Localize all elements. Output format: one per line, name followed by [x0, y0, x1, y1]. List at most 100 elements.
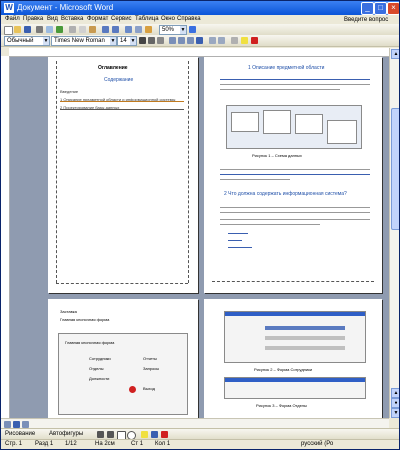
- menu-help[interactable]: Справка: [177, 16, 201, 22]
- figure3-caption: Рисунок 3 – Форма Отделы: [256, 403, 307, 408]
- underline-icon[interactable]: [157, 37, 164, 44]
- menu-bar: Файл Правка Вид Вставка Формат Сервис Та…: [1, 15, 399, 24]
- page-margin-line: [56, 61, 58, 283]
- drawing-icon[interactable]: [145, 26, 152, 33]
- prev-page-button[interactable]: ▲: [391, 388, 399, 398]
- font-color-icon[interactable]: [161, 431, 168, 438]
- vertical-scrollbar[interactable]: ▲ ▲ ● ▼: [389, 48, 399, 418]
- figure1-caption: Рисунок 1 – Схема данных: [252, 153, 302, 158]
- help-question-box[interactable]: Введите вопрос: [344, 17, 388, 23]
- departments-form-image: [224, 377, 366, 399]
- text-line: [220, 174, 370, 175]
- toc-dotted-line: [60, 109, 184, 110]
- menu-file[interactable]: Файл: [5, 16, 20, 22]
- form-button-label: Должности: [89, 376, 110, 381]
- align-right-icon[interactable]: [187, 37, 194, 44]
- preview-icon[interactable]: [46, 26, 53, 33]
- paste-icon[interactable]: [89, 26, 96, 33]
- word-window: W Документ - Microsoft Word _ □ × Файл П…: [0, 0, 400, 450]
- redo-icon[interactable]: [112, 26, 119, 33]
- highlight-icon[interactable]: [241, 37, 248, 44]
- next-page-button[interactable]: ▼: [391, 408, 399, 418]
- menu-tools[interactable]: Сервис: [111, 16, 132, 22]
- arrow-icon[interactable]: [107, 431, 114, 438]
- status-section: Разд 1: [35, 441, 54, 447]
- size-combo[interactable]: 14 ▼: [117, 36, 137, 46]
- text-line: [220, 207, 370, 208]
- text-line: [228, 247, 252, 248]
- form-titlebar: [225, 378, 365, 382]
- page-4[interactable]: Рисунок 2 – Форма Сотрудники Рисунок 3 –…: [204, 299, 382, 418]
- numbering-icon[interactable]: [209, 37, 216, 44]
- outline-view-icon[interactable]: [22, 421, 29, 428]
- border-icon[interactable]: [231, 37, 238, 44]
- align-left-icon[interactable]: [169, 37, 176, 44]
- close-button[interactable]: ×: [387, 2, 399, 15]
- undo-icon[interactable]: [102, 26, 109, 33]
- draw-menu[interactable]: Рисование: [5, 431, 35, 437]
- chevron-down-icon[interactable]: ▼: [130, 37, 136, 45]
- scroll-thumb[interactable]: [391, 108, 399, 230]
- bold-icon[interactable]: [139, 37, 146, 44]
- line-icon[interactable]: [97, 431, 104, 438]
- page-2[interactable]: 1 Описание предметной области Рисунок 1 …: [204, 57, 382, 293]
- normal-view-icon[interactable]: [4, 421, 11, 428]
- form-button-label: Отделы: [89, 366, 104, 371]
- text-line: [220, 179, 290, 180]
- copy-icon[interactable]: [79, 26, 86, 33]
- chevron-down-icon[interactable]: ▼: [110, 37, 116, 45]
- form-button-label: Запросы: [143, 366, 160, 371]
- print-icon[interactable]: [36, 26, 43, 33]
- menu-window[interactable]: Окно: [161, 16, 175, 22]
- menu-view[interactable]: Вид: [47, 16, 58, 22]
- form-field: [265, 326, 345, 330]
- browse-object-button[interactable]: ●: [391, 398, 399, 408]
- menu-format[interactable]: Формат: [87, 16, 108, 22]
- figure2-caption: Рисунок 2 – Форма Сотрудники: [254, 367, 313, 372]
- cut-icon[interactable]: [69, 26, 76, 33]
- italic-icon[interactable]: [148, 37, 155, 44]
- exit-icon: [129, 386, 136, 393]
- font-color-icon[interactable]: [251, 37, 258, 44]
- menu-edit[interactable]: Правка: [23, 16, 43, 22]
- bullets-icon[interactable]: [218, 37, 225, 44]
- style-combo[interactable]: Обычный ▼: [4, 36, 50, 46]
- main-form-image: Главная кнопочная форма Сотрудники Отдел…: [58, 333, 188, 415]
- text-line: [220, 89, 340, 90]
- minimize-button[interactable]: _: [361, 2, 374, 15]
- justify-icon[interactable]: [196, 37, 203, 44]
- text-line: [220, 84, 370, 85]
- scroll-up-button[interactable]: ▲: [391, 49, 399, 59]
- table-icon[interactable]: [125, 26, 132, 33]
- maximize-button[interactable]: □: [374, 2, 387, 15]
- page-1[interactable]: Оглавление Содержание Введение 1 Описани…: [48, 57, 198, 293]
- menu-insert[interactable]: Вставка: [61, 16, 83, 22]
- word-app-icon[interactable]: W: [4, 3, 14, 13]
- status-bar: Стр. 1 Разд 1 1/12 На 2см Ст 1 Кол 1 рус…: [1, 439, 399, 449]
- font-combo[interactable]: Times New Roman ▼: [51, 36, 117, 46]
- open-icon[interactable]: [14, 26, 21, 33]
- columns-icon[interactable]: [135, 26, 142, 33]
- chevron-down-icon[interactable]: ▼: [180, 26, 186, 34]
- vertical-ruler[interactable]: [1, 56, 10, 418]
- chevron-down-icon[interactable]: ▼: [43, 37, 49, 45]
- employees-form-image: [224, 311, 366, 363]
- zoom-combo[interactable]: 50% ▼: [159, 25, 187, 35]
- text-line: [228, 233, 248, 234]
- main-form-title: Главная кнопочная форма: [65, 340, 115, 345]
- line-color-icon[interactable]: [151, 431, 158, 438]
- menu-table[interactable]: Таблица: [135, 16, 159, 22]
- help-icon[interactable]: [189, 26, 196, 33]
- autoshapes-menu[interactable]: Автофигуры: [49, 431, 83, 437]
- status-page: Стр. 1: [5, 441, 23, 447]
- new-icon[interactable]: [4, 26, 13, 35]
- align-center-icon[interactable]: [178, 37, 185, 44]
- save-icon[interactable]: [24, 26, 31, 33]
- spell-icon[interactable]: [56, 26, 63, 33]
- print-layout-icon[interactable]: [13, 421, 20, 428]
- status-pages: 1/12: [65, 441, 77, 447]
- toc-line-1: Введение: [60, 89, 79, 94]
- horizontal-ruler[interactable]: [9, 48, 389, 57]
- page-3[interactable]: Заставка Главная кнопочная форма Главная…: [48, 299, 198, 418]
- fill-color-icon[interactable]: [141, 431, 148, 438]
